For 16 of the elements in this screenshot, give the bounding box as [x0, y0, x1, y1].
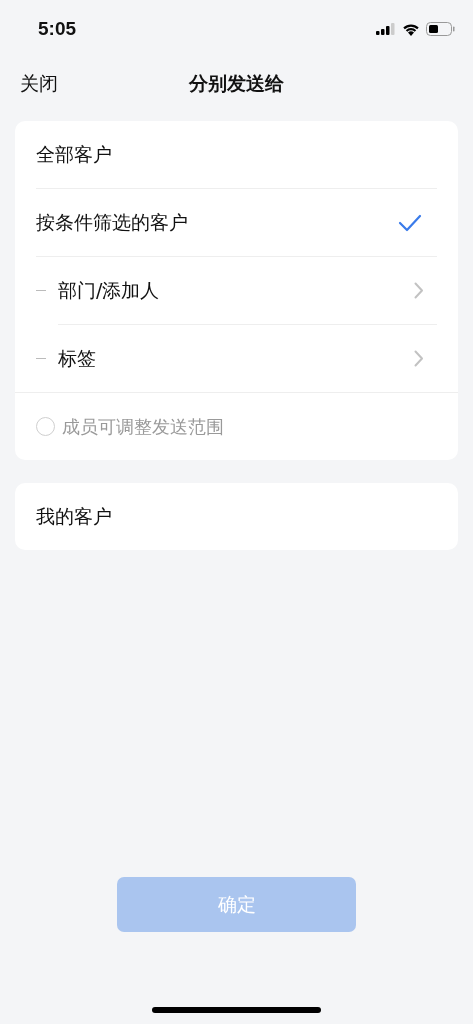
option-row[interactable]: 按条件筛选的客户: [15, 189, 458, 256]
page-title: 分别发送给: [189, 71, 284, 96]
filter-row[interactable]: 部门/添加人: [15, 257, 458, 324]
close-button[interactable]: 关闭: [20, 71, 58, 97]
chevron-right-icon: [414, 350, 424, 367]
option-row[interactable]: 我的客户: [15, 483, 458, 550]
dash-icon: [36, 357, 46, 360]
option-row[interactable]: 全部客户: [15, 121, 458, 188]
wifi-icon: [402, 22, 420, 36]
dash-icon: [36, 289, 46, 292]
filter-row[interactable]: 标签: [15, 325, 458, 392]
status-time: 5:05: [38, 18, 77, 40]
chevron-right-icon: [414, 282, 424, 299]
battery-icon: [426, 22, 455, 36]
checkbox-label: 成员可调整发送范围: [62, 414, 224, 439]
signal-icon: [376, 23, 396, 35]
